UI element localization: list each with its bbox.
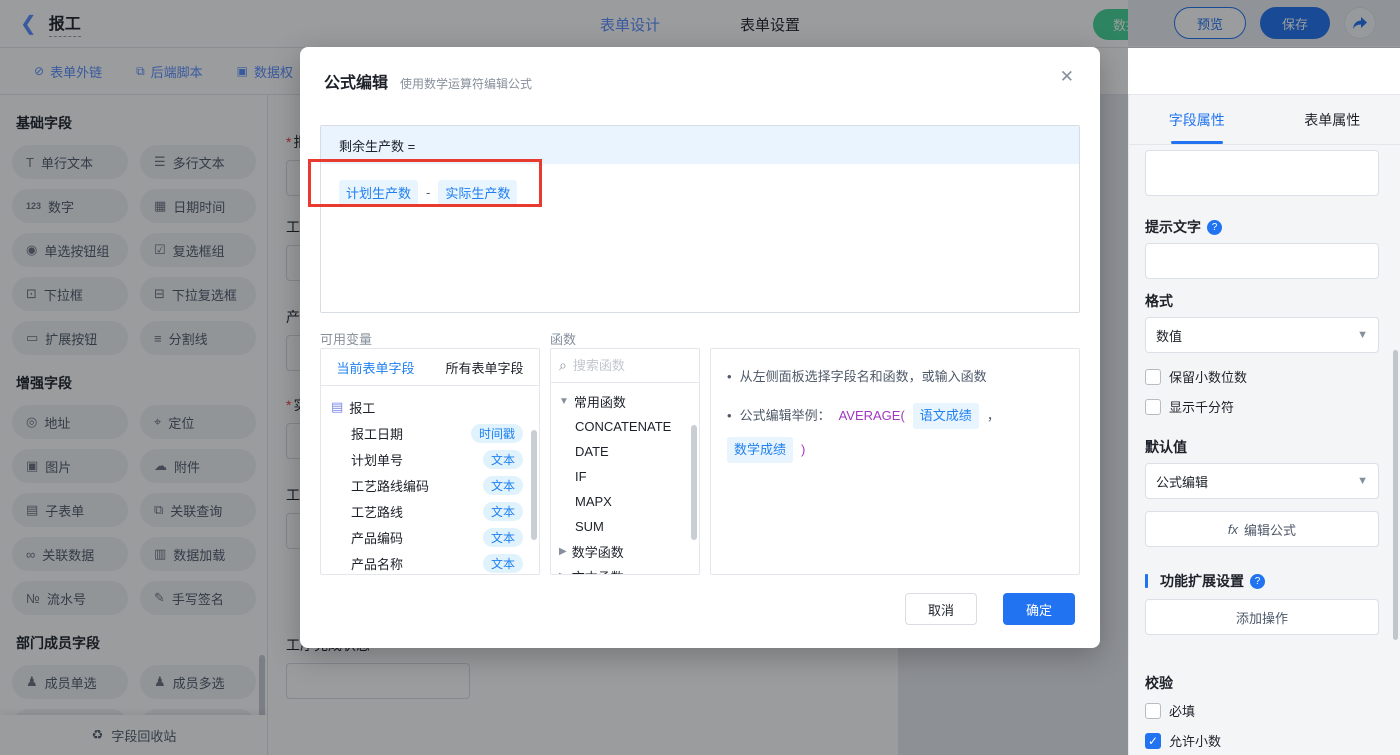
- function-item[interactable]: CONCATENATE: [559, 414, 699, 439]
- required-checkbox[interactable]: 必填: [1145, 701, 1195, 720]
- tab-all-form-fields[interactable]: 所有表单字段: [430, 358, 539, 377]
- function-group-math[interactable]: ▶ 数学函数: [559, 539, 699, 564]
- variables-panel: 当前表单字段 所有表单字段 ▤ 报工 报工日期 时间戳 计划单号 文本 工艺路线编码文…: [320, 348, 540, 575]
- formula-tips-panel: • 从左侧面板选择字段名和函数，或输入函数 • 公式编辑举例： AVERAGE( …: [710, 348, 1080, 575]
- tab-form-properties[interactable]: 表单属性: [1265, 95, 1400, 144]
- function-item[interactable]: IF: [559, 464, 699, 489]
- modal-footer: 取消 确定: [905, 593, 1075, 625]
- default-value-select[interactable]: 公式编辑 ▼: [1145, 463, 1379, 499]
- formula-expression[interactable]: 计划生产数 - 实际生产数: [321, 164, 1079, 221]
- hint-text-input[interactable]: [1145, 243, 1379, 279]
- example-function-open: AVERAGE(: [838, 408, 905, 423]
- example-token-chinese-score: 语文成绩: [912, 403, 979, 429]
- tab-field-properties[interactable]: 字段属性: [1129, 95, 1265, 144]
- properties-tabs: 字段属性 表单属性: [1129, 95, 1400, 145]
- format-select[interactable]: 数值 ▼: [1145, 317, 1379, 353]
- help-icon[interactable]: ?: [1207, 219, 1222, 235]
- function-group-text[interactable]: ▶文本函数: [559, 564, 699, 574]
- formula-editor-area[interactable]: 剩余生产数 = 计划生产数 - 实际生产数: [320, 125, 1080, 313]
- checkbox-checked[interactable]: ✓: [1145, 732, 1161, 749]
- panel-scrollbar[interactable]: [1393, 350, 1398, 640]
- modal-header: 公式编辑 使用数学运算符编辑公式: [300, 47, 1100, 93]
- confirm-button[interactable]: 确定: [1003, 593, 1075, 625]
- properties-panel: 字段属性 表单属性 提示文字? 格式 数值 ▼ 保留小数位数 显示千分符 默认值 …: [1128, 95, 1400, 755]
- keep-decimal-checkbox[interactable]: 保留小数位数: [1145, 367, 1247, 386]
- tip-example-line: • 公式编辑举例： AVERAGE( 语文成绩 ， 数学成绩 ): [727, 403, 1063, 463]
- functions-panel: ⌕ ▼常用函数 CONCATENATE DATE IF MAPX SUM ▶数学…: [550, 348, 700, 575]
- function-item[interactable]: SUM: [559, 514, 699, 539]
- modal-title: 公式编辑: [324, 75, 389, 92]
- checkbox-unchecked[interactable]: [1145, 702, 1161, 719]
- extension-settings-label: 功能扩展设置?: [1145, 571, 1265, 591]
- variables-label: 可用变量: [320, 332, 373, 347]
- checkbox-unchecked[interactable]: [1145, 398, 1161, 415]
- variable-item[interactable]: 工艺路线 文本: [331, 498, 529, 524]
- chevron-down-icon: ▼: [1357, 329, 1368, 341]
- bullet-icon: •: [727, 408, 732, 423]
- example-token-math-score: 数学成绩: [727, 437, 794, 463]
- variables-tabs: 当前表单字段 所有表单字段: [321, 349, 539, 386]
- allow-decimal-checkbox[interactable]: ✓ 允许小数: [1145, 731, 1221, 750]
- edit-formula-button[interactable]: fx 编辑公式: [1145, 511, 1379, 547]
- function-item[interactable]: DATE: [559, 439, 699, 464]
- close-icon[interactable]: ✕: [1060, 67, 1074, 87]
- variable-item[interactable]: 报工日期 时间戳: [331, 420, 529, 446]
- function-search[interactable]: ⌕: [551, 349, 699, 383]
- type-badge: 文本: [482, 553, 523, 573]
- type-badge: 文本: [482, 449, 523, 469]
- modal-backdrop-top: [0, 0, 1400, 48]
- search-icon: ⌕: [559, 357, 567, 373]
- tab-current-form-fields[interactable]: 当前表单字段: [321, 358, 430, 377]
- app-root: ❮ 报工 表单设计 表单设置 数据管理 ? 检 ⊘表单外链 ⧉后端脚本 ▣数据权…: [0, 0, 1400, 755]
- variable-item[interactable]: 产品名称 文本: [331, 550, 529, 574]
- variables-scrollbar[interactable]: [531, 430, 537, 540]
- formula-token-actual[interactable]: 实际生产数: [438, 180, 518, 205]
- default-value-label: 默认值: [1145, 439, 1187, 455]
- variable-item[interactable]: 产品编码 文本: [331, 524, 529, 550]
- modal-subtitle: 使用数学运算符编辑公式: [400, 77, 533, 91]
- bullet-icon: •: [727, 369, 732, 384]
- type-badge: 文本: [482, 527, 523, 547]
- validation-label: 校验: [1145, 675, 1173, 691]
- formula-token-planned[interactable]: 计划生产数: [339, 180, 419, 205]
- chevron-down-icon: ▼: [559, 396, 569, 407]
- chevron-right-icon: ▶: [559, 571, 567, 574]
- chevron-right-icon: ▶: [559, 546, 567, 557]
- accent-bar: [1145, 574, 1148, 588]
- functions-tree: ▼ 常用函数 CONCATENATE DATE IF MAPX SUM ▶ 数学函数…: [551, 383, 699, 574]
- cancel-button[interactable]: 取消: [905, 593, 977, 625]
- description-textarea[interactable]: [1145, 150, 1379, 196]
- hint-text-label: 提示文字?: [1145, 217, 1222, 237]
- minus-operator: -: [426, 185, 431, 200]
- tip-line: • 从左侧面板选择字段名和函数，或输入函数: [727, 367, 1063, 387]
- format-label: 格式: [1145, 293, 1173, 309]
- functions-label: 函数: [550, 332, 577, 347]
- document-icon: ▤: [331, 399, 344, 414]
- add-action-button[interactable]: 添加操作: [1145, 599, 1379, 635]
- type-badge: 文本: [482, 475, 523, 495]
- functions-scrollbar[interactable]: [691, 425, 697, 540]
- type-badge: 时间戳: [470, 423, 523, 443]
- checkbox-unchecked[interactable]: [1145, 368, 1161, 385]
- variable-item[interactable]: 工艺路线编码 文本: [331, 472, 529, 498]
- example-function-close: ): [801, 442, 806, 457]
- type-badge: 文本: [482, 501, 523, 521]
- chevron-down-icon: ▼: [1357, 475, 1368, 487]
- formula-target: 剩余生产数 =: [321, 126, 1079, 164]
- function-group-common[interactable]: ▼ 常用函数: [559, 389, 699, 414]
- variables-root-node[interactable]: ▤ 报工: [331, 394, 529, 420]
- variables-list: ▤ 报工 报工日期 时间戳 计划单号 文本 工艺路线编码 文本 工艺路线 文本 产品编码文…: [321, 386, 539, 574]
- formula-editor-modal: 公式编辑 使用数学运算符编辑公式 ✕ 剩余生产数 = 计划生产数 - 实际生产数…: [300, 47, 1100, 648]
- fx-icon: fx: [1227, 521, 1239, 537]
- function-item[interactable]: MAPX: [559, 489, 699, 514]
- variable-item[interactable]: 计划单号 文本: [331, 446, 529, 472]
- thousand-separator-checkbox[interactable]: 显示千分符: [1145, 397, 1234, 416]
- function-search-input[interactable]: [572, 358, 673, 373]
- help-icon[interactable]: ?: [1250, 573, 1265, 589]
